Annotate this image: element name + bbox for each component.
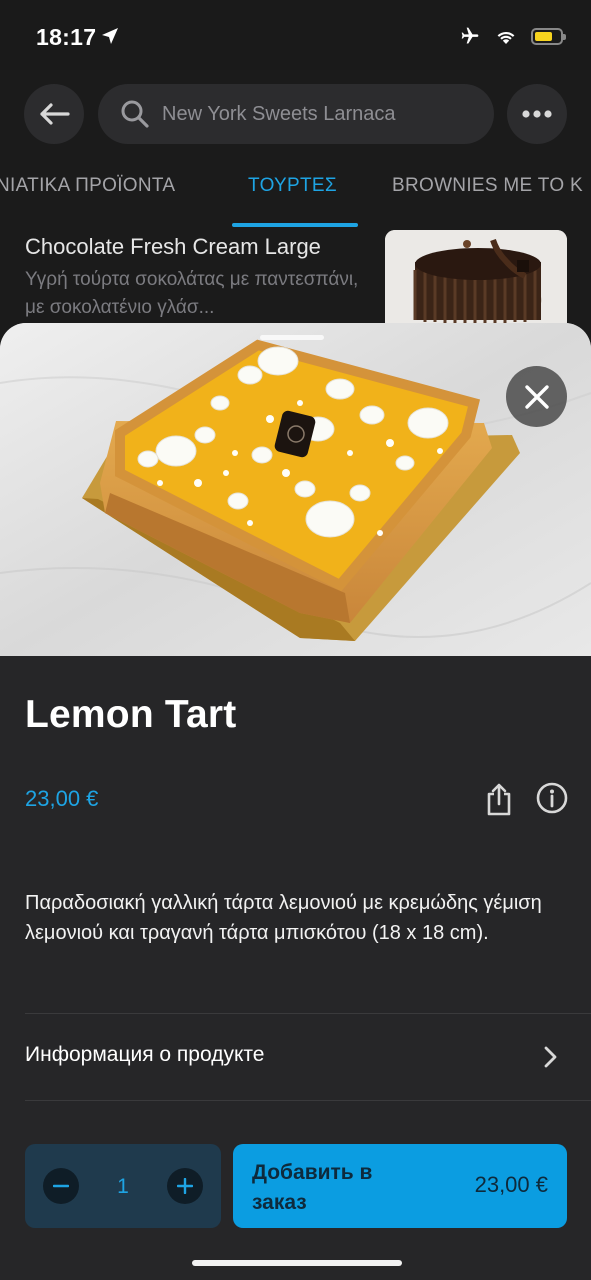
location-arrow-icon [102, 28, 118, 44]
wifi-icon [497, 31, 515, 44]
status-icons [459, 26, 566, 46]
more-dots-icon [522, 110, 552, 118]
close-icon [524, 384, 549, 409]
chevron-right-icon [544, 1046, 557, 1068]
battery-level [535, 31, 552, 41]
search-text: New York Sweets Larnaca [162, 102, 396, 125]
status-bar: 18:17 [0, 0, 591, 70]
sheet-grabber[interactable] [260, 335, 324, 340]
tab-traditional-products[interactable]: ΝΙΑΤΙΚΑ ΠΡΟΪΟΝΤΑ [0, 175, 175, 197]
list-item-title: Chocolate Fresh Cream Large [25, 234, 321, 259]
category-tabs: ΝΙΑΤΙΚΑ ΠΡΟΪΟΝΤΑ ΤΟΥΡΤΕΣ BROWNIES ΜΕ ΤΟ … [0, 158, 591, 229]
add-to-order-label: Добавить в заказ [252, 1161, 373, 1214]
product-price: 23,00 € [25, 786, 99, 811]
info-icon[interactable] [536, 782, 568, 814]
list-item-description: Υγρή τούρτα σοκολάτας με παντεσπάνι, με … [25, 269, 359, 318]
battery-icon [531, 27, 566, 45]
close-button[interactable] [506, 366, 567, 427]
home-indicator[interactable] [192, 1260, 402, 1266]
share-icon[interactable] [485, 782, 513, 816]
tab-cakes[interactable]: ΤΟΥΡΤΕΣ [248, 175, 337, 197]
search-icon [121, 100, 149, 128]
active-tab-indicator [232, 223, 358, 227]
divider [25, 1100, 591, 1101]
list-item-image [385, 230, 567, 328]
plus-icon [177, 1178, 193, 1194]
search-field[interactable]: New York Sweets Larnaca [98, 84, 494, 144]
top-nav-bar: New York Sweets Larnaca [0, 70, 591, 158]
product-sheet: Lemon Tart 23,00 € Παραδοσιακή γαλλική τ… [0, 323, 591, 1280]
add-to-order-button[interactable]: Добавить в заказ 23,00 € [233, 1144, 567, 1228]
increase-quantity-button[interactable] [167, 1168, 203, 1204]
product-title: Lemon Tart [25, 693, 237, 736]
airplane-icon [461, 27, 479, 44]
quantity-stepper: 1 [25, 1144, 221, 1228]
product-info-row[interactable]: Информация о продукте [0, 1014, 591, 1101]
product-info-label: Информация о продукте [25, 1043, 265, 1066]
add-to-order-price: 23,00 € [474, 1172, 548, 1197]
list-item[interactable]: Chocolate Fresh Cream Large Υγρή τούρτα … [0, 228, 591, 328]
arrow-left-icon [40, 103, 70, 125]
product-image [0, 323, 591, 656]
status-time: 18:17 [36, 24, 97, 50]
more-options-button[interactable] [507, 84, 567, 144]
tab-brownies[interactable]: BROWNIES ΜΕ ΤΟ Κ [392, 175, 583, 197]
product-description: Παραδοσιακή γαλλική τάρτα λεμονιού με κρ… [25, 892, 542, 944]
back-button[interactable] [24, 84, 84, 144]
